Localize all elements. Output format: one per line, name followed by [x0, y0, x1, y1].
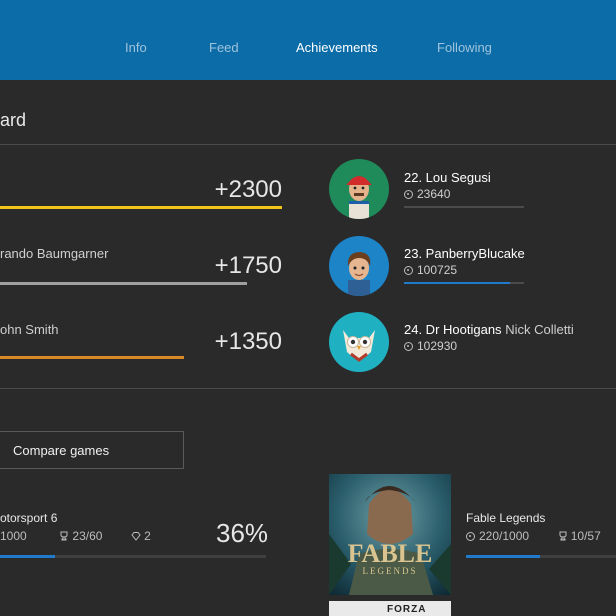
gamerscore-value: 1000 [0, 529, 27, 543]
game-cover-art[interactable]: FABLE LEGENDS [329, 474, 451, 595]
game-progress [0, 555, 266, 558]
gamerscore-value: 102930 [417, 339, 458, 353]
tab-info[interactable]: Info [125, 40, 147, 55]
compare-games-button[interactable]: Compare games [0, 431, 184, 469]
gamerscore-icon [404, 342, 413, 351]
gamerscore-icon [404, 190, 413, 199]
section-divider [0, 388, 616, 389]
ranking-progress [404, 206, 524, 208]
game-cover-art[interactable]: FORZA [329, 601, 451, 616]
gamerscore-value: 23640 [417, 187, 451, 201]
gem-count: 2 [144, 529, 151, 543]
game-progress-fill [466, 555, 540, 558]
cover-title-text: FABLE [348, 539, 433, 568]
game-title[interactable]: otorsport 6 [0, 511, 57, 525]
game-stats: 220/1000 10/57 [466, 529, 601, 543]
ranking-progress-fill [404, 282, 510, 284]
compare-games-label: Compare games [13, 443, 110, 458]
game-progress [466, 555, 616, 558]
trophy-icon [60, 531, 68, 541]
leaderboard-name: ohn Smith [0, 322, 59, 337]
red-cap-avatar-icon[interactable] [329, 159, 389, 219]
leaderboard-bar [0, 356, 184, 359]
ranking-gamerscore: 100725 [404, 263, 457, 277]
trophy-icon [559, 531, 567, 541]
ranking-gamerscore: 23640 [404, 187, 450, 201]
section-divider [0, 144, 616, 145]
game-progress-fill [0, 555, 55, 558]
owl-avatar-icon[interactable] [329, 312, 389, 372]
gamerscore-icon [404, 266, 413, 275]
leaderboard-name: rando Baumgarner [0, 246, 109, 261]
ranking-real-name: Nick Colletti [505, 322, 574, 337]
leaderboard-score: +1350 [214, 328, 282, 355]
brown-hair-avatar-icon[interactable] [329, 236, 389, 296]
tab-following[interactable]: Following [437, 40, 492, 55]
cover-title-text: FORZA [387, 604, 427, 615]
ranking-name[interactable]: 22. Lou Segusi [404, 170, 491, 185]
gamerscore-icon [466, 532, 475, 541]
game-title[interactable]: Fable Legends [466, 511, 545, 525]
achievement-count: 10/57 [570, 529, 601, 543]
game-percent: 36% [216, 518, 269, 548]
ranking-progress [404, 282, 524, 284]
ranking-name-text: 23. PanberryBlucake [404, 246, 525, 261]
ranking-name-text: 22. Lou Segusi [404, 170, 491, 185]
game-stats: 1000 23/60 2 [0, 529, 151, 543]
leaderboard-score: +2300 [214, 176, 282, 203]
tab-achievements[interactable]: Achievements [296, 40, 378, 55]
leaderboard-bar [0, 206, 282, 209]
ranking-name[interactable]: 23. PanberryBlucake [404, 246, 525, 261]
ranking-gamerscore: 102930 [404, 339, 457, 353]
leaderboard-score: +1750 [214, 252, 282, 279]
ranking-name-text: 24. Dr Hootigans [404, 322, 502, 337]
gamerscore-value: 220/1000 [479, 529, 530, 543]
ranking-name[interactable]: 24. Dr Hootigans Nick Colletti [404, 322, 574, 337]
gamerscore-value: 100725 [417, 263, 458, 277]
section-title: ard [0, 110, 27, 130]
achievement-count: 23/60 [72, 529, 103, 543]
gem-icon [131, 532, 141, 541]
top-nav-bar: Info Feed Achievements Following [0, 0, 616, 80]
cover-subtitle-text: LEGENDS [363, 566, 418, 576]
tab-feed[interactable]: Feed [209, 40, 239, 55]
leaderboard-bar [0, 282, 247, 285]
